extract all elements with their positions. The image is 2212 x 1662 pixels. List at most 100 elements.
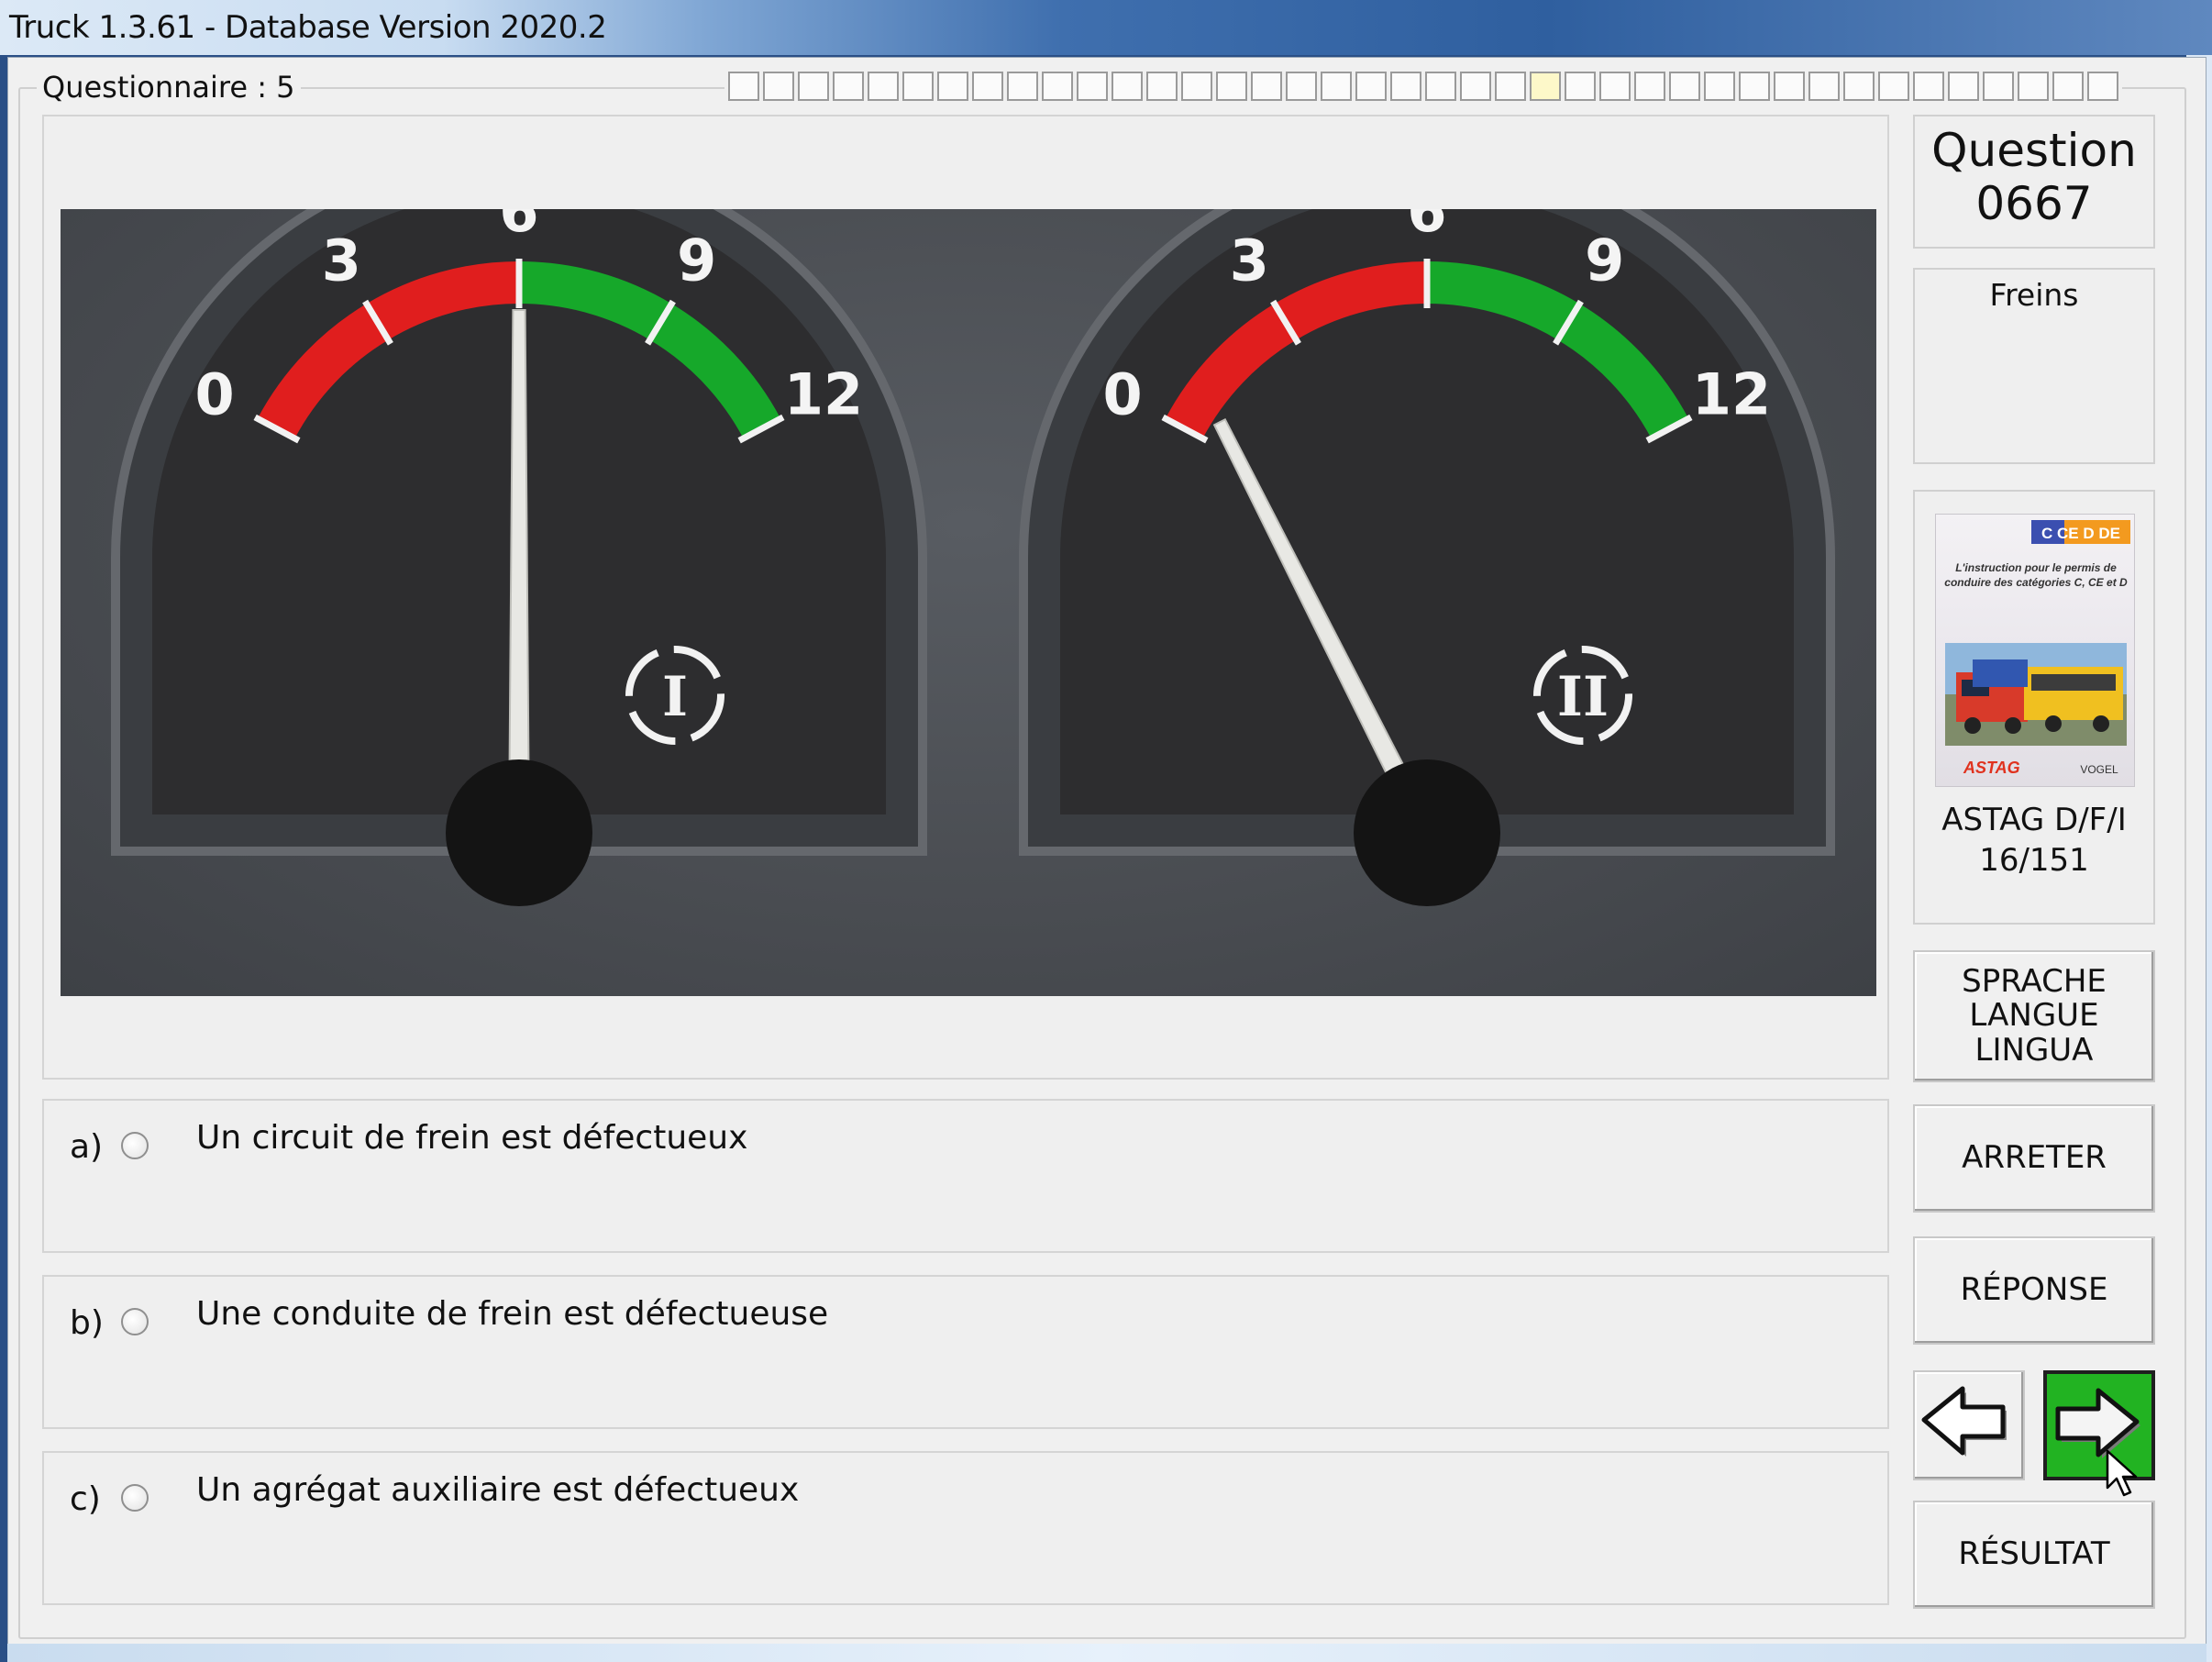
category-box: Freins: [1913, 268, 2155, 464]
book-cover-text: L'instruction pour le permis de conduire…: [1944, 561, 2128, 590]
progress-segment: [1425, 72, 1456, 101]
answer-text: Une conduite de frein est défectueuse: [196, 1295, 829, 1333]
gauge-hub: [1354, 759, 1500, 906]
language-label-fr: LANGUE: [1969, 997, 2099, 1035]
answer-button[interactable]: RÉPONSE: [1913, 1236, 2155, 1345]
progress-segment: [1077, 72, 1108, 101]
progress-segment: [902, 72, 934, 101]
question-number-box: Question 0667: [1913, 115, 2155, 249]
language-button[interactable]: SPRACHE LANGUE LINGUA: [1913, 950, 2155, 1082]
reference-book-box: C CE D DE L'instruction pour le permis d…: [1913, 490, 2155, 925]
progress-segment: [1669, 72, 1700, 101]
arrow-left-icon: [1921, 1386, 2007, 1457]
progress-segment: [868, 72, 899, 101]
progress-segment: [972, 72, 1003, 101]
progress-segment: [1565, 72, 1596, 101]
progress-segment: [1739, 72, 1770, 101]
progress-segment: [1704, 72, 1735, 101]
gauge-scale-label: 6: [499, 209, 538, 245]
gauge-scale-label: 9: [677, 227, 716, 294]
brake-circuit-label: II: [1557, 665, 1609, 729]
questionnaire-label: Questionnaire : 5: [37, 70, 301, 105]
book-cover-image: C CE D DE L'instruction pour le permis d…: [1935, 514, 2135, 787]
answer-text: Un agrégat auxiliaire est défectueux: [196, 1471, 800, 1509]
progress-segment: [1983, 72, 2014, 101]
language-label-it: LINGUA: [1974, 1031, 2094, 1069]
book-publisher-right: VOGEL: [2080, 763, 2118, 776]
book-caption-page: 16/151: [1979, 842, 2089, 879]
gauge-scale-label: 3: [1230, 227, 1269, 294]
progress-segment: [1112, 72, 1143, 101]
progress-segment: [1216, 72, 1247, 101]
answer-radio-b[interactable]: [121, 1308, 149, 1335]
gauge-scale-label: 0: [1102, 360, 1142, 427]
question-category: Freins: [1989, 277, 2079, 313]
progress-segment: [1042, 72, 1073, 101]
book-publisher-left: ASTAG: [1963, 759, 2020, 777]
question-progress-bar: [724, 72, 2122, 101]
answer-button-label: RÉPONSE: [1960, 1271, 2108, 1309]
progress-segment: [1390, 72, 1421, 101]
brake-circuit-label: I: [662, 665, 688, 729]
progress-segment: [2018, 72, 2049, 101]
window-title: Truck 1.3.61 - Database Version 2020.2: [9, 9, 607, 46]
progress-segment: [1355, 72, 1387, 101]
answer-option-c[interactable]: c) Un agrégat auxiliaire est défectueux: [42, 1451, 1889, 1605]
window-frame-bottom: [7, 1644, 2206, 1662]
progress-segment: [1774, 72, 1805, 101]
progress-segment: [1948, 72, 1979, 101]
progress-segment: [1634, 72, 1665, 101]
progress-segment: [1843, 72, 1875, 101]
previous-question-button[interactable]: [1913, 1370, 2025, 1480]
gauge-scale-label: 12: [784, 360, 863, 427]
answer-text: Un circuit de frein est défectueux: [196, 1119, 748, 1157]
progress-segment: [833, 72, 864, 101]
progress-segment: [1460, 72, 1491, 101]
gauge-scale-label: 9: [1585, 227, 1624, 294]
answer-letter: b): [70, 1304, 104, 1342]
answer-option-a[interactable]: a) Un circuit de frein est défectueux: [42, 1099, 1889, 1253]
result-button[interactable]: RÉSULTAT: [1913, 1501, 2155, 1609]
brake-gauge-1: 0 3 6 9 12 I: [111, 209, 927, 906]
answer-letter: a): [70, 1128, 104, 1166]
progress-segment: [728, 72, 759, 101]
book-caption-title: ASTAG D/F/I: [1941, 802, 2127, 838]
progress-segment: [2052, 72, 2084, 101]
brake-pressure-gauges: 0 3 6 9 12 I 0 3 6 9 12 II: [111, 209, 1835, 906]
book-badge: C CE D DE: [2041, 525, 2120, 542]
progress-segment: [1286, 72, 1317, 101]
question-heading: Question: [1931, 124, 2137, 177]
answer-letter: c): [70, 1480, 101, 1518]
title-bar[interactable]: Truck 1.3.61 - Database Version 2020.2: [0, 0, 2212, 55]
gauge-scale-label: 0: [194, 360, 234, 427]
progress-segment: [1007, 72, 1038, 101]
progress-segment: [1808, 72, 1840, 101]
progress-segment: [2087, 72, 2118, 101]
answer-radio-c[interactable]: [121, 1484, 149, 1512]
gauge-scale-label: 12: [1692, 360, 1771, 427]
brake-gauge-2: 0 3 6 9 12 II: [1019, 209, 1835, 906]
progress-segment: [1181, 72, 1212, 101]
question-image: 0 3 6 9 12 I 0 3 6 9 12 II: [61, 209, 1876, 996]
language-label-de: SPRACHE: [1962, 962, 2107, 1000]
gauge-scale-label: 6: [1407, 209, 1446, 245]
progress-segment: [1251, 72, 1282, 101]
gauge-scale-label: 3: [322, 227, 361, 294]
answer-option-b[interactable]: b) Une conduite de frein est défectueuse: [42, 1275, 1889, 1429]
progress-segment: [763, 72, 794, 101]
stop-button[interactable]: ARRETER: [1913, 1104, 2155, 1213]
mouse-cursor-icon: [2106, 1449, 2138, 1497]
progress-segment: [1878, 72, 1909, 101]
gauge-needle: [507, 309, 531, 834]
progress-segment: [1321, 72, 1352, 101]
question-number: 0667: [1975, 177, 2093, 230]
progress-segment: [1913, 72, 1944, 101]
answer-radio-a[interactable]: [121, 1132, 149, 1159]
gauge-hub: [446, 759, 592, 906]
progress-segment: [937, 72, 968, 101]
progress-segment: [1495, 72, 1526, 101]
progress-segment: [1530, 72, 1561, 101]
progress-segment: [1599, 72, 1631, 101]
stop-button-label: ARRETER: [1962, 1139, 2107, 1177]
result-button-label: RÉSULTAT: [1958, 1535, 2110, 1573]
